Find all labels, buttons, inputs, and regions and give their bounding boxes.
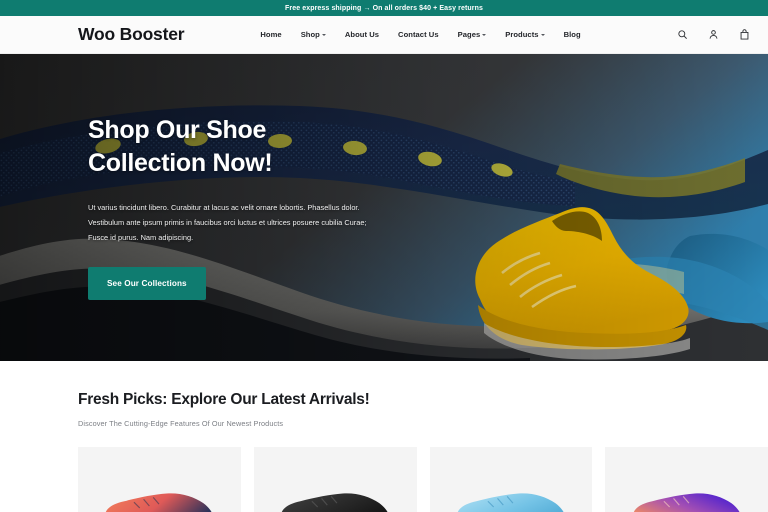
chevron-down-icon: [482, 34, 487, 36]
nav-label: Products: [505, 30, 539, 39]
nav-item-home[interactable]: Home: [260, 30, 281, 39]
site-header: Woo Booster Home Shop About Us Contact U…: [0, 16, 768, 54]
search-icon[interactable]: [677, 29, 688, 40]
site-logo[interactable]: Woo Booster: [78, 24, 185, 45]
nav-item-shop[interactable]: Shop: [301, 30, 326, 39]
section-title: Fresh Picks: Explore Our Latest Arrivals…: [78, 391, 370, 408]
product-card[interactable]: [605, 447, 768, 512]
product-image: [100, 481, 218, 512]
nav-label: Shop: [300, 30, 320, 39]
product-image: [628, 481, 746, 512]
nav-label: Blog: [563, 30, 581, 39]
chevron-down-icon: [540, 34, 545, 36]
see-our-collections-button[interactable]: See Our Collections: [88, 266, 206, 300]
nav-label: Pages: [457, 30, 481, 39]
main-navigation: Home Shop About Us Contact Us Pages Prod…: [260, 30, 580, 39]
section-subtitle: Discover The Cutting-Edge Features Of Ou…: [78, 419, 284, 428]
product-image: [276, 481, 394, 512]
cart-icon[interactable]: [739, 29, 750, 40]
product-card[interactable]: [253, 447, 417, 512]
product-card[interactable]: [429, 447, 593, 512]
header-actions: [677, 29, 750, 40]
announcement-bar: Free express shipping → On all orders $4…: [0, 0, 768, 16]
hero-content: Shop Our Shoe Collection Now! Ut varius …: [88, 114, 418, 300]
nav-item-about-us[interactable]: About Us: [345, 30, 379, 39]
hero-description: Ut varius tincidunt libero. Curabitur at…: [88, 202, 367, 242]
hero-title: Shop Our Shoe Collection Now!: [88, 116, 273, 178]
hero-banner: Shop Our Shoe Collection Now! Ut varius …: [0, 54, 768, 361]
product-card[interactable]: [78, 447, 241, 512]
nav-label: Contact Us: [398, 30, 439, 39]
nav-label: About Us: [344, 30, 380, 39]
nav-item-pages[interactable]: Pages: [458, 30, 487, 39]
product-grid: [78, 447, 768, 512]
product-image: [452, 481, 570, 512]
nav-item-blog[interactable]: Blog: [564, 30, 581, 39]
announcement-text: Free express shipping → On all orders $4…: [285, 4, 483, 12]
account-icon[interactable]: [708, 29, 719, 40]
nav-item-contact-us[interactable]: Contact Us: [398, 30, 439, 39]
chevron-down-icon: [321, 34, 326, 36]
nav-label: Home: [260, 30, 282, 39]
nav-item-products[interactable]: Products: [505, 30, 545, 39]
latest-arrivals-section: Fresh Picks: Explore Our Latest Arrivals…: [0, 361, 768, 512]
